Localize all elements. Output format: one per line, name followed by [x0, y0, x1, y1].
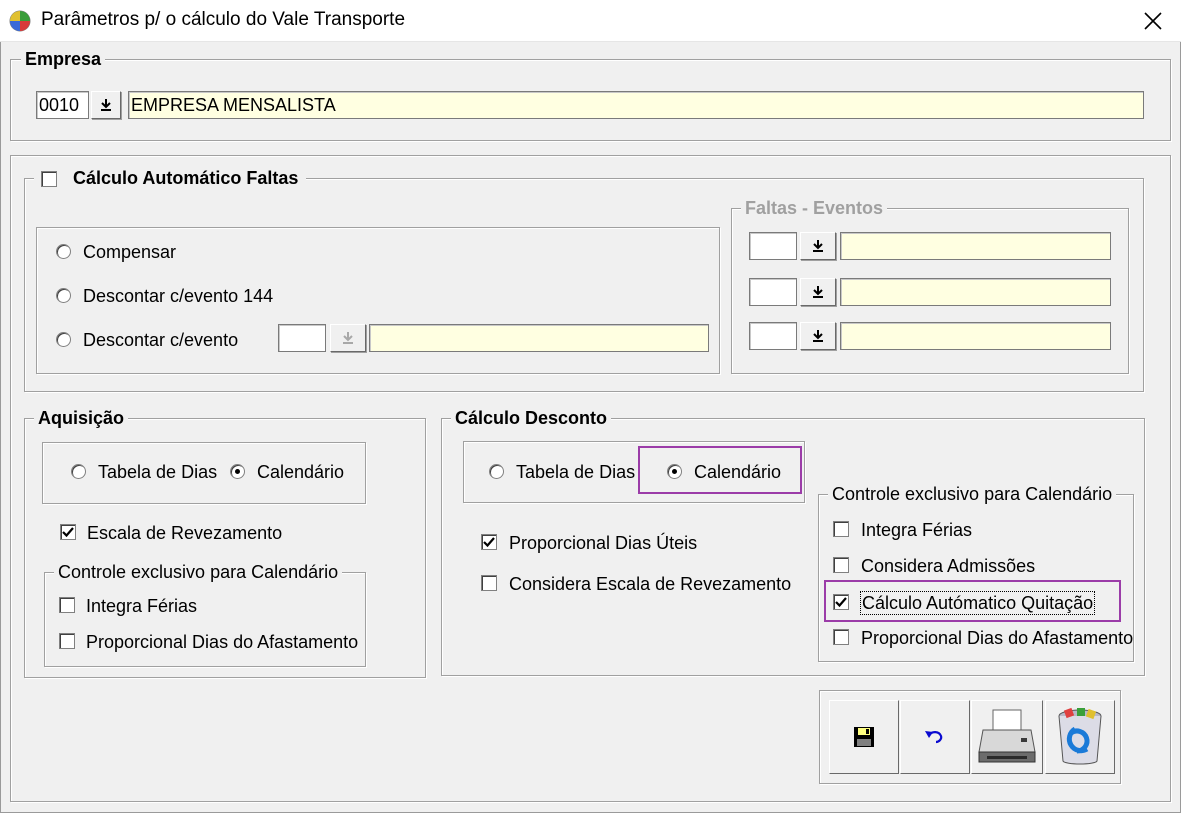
desconto-controle-legend: Controle exclusivo para Calendário	[828, 483, 1117, 505]
descontar-144-radio[interactable]	[56, 288, 71, 303]
undo-icon	[925, 731, 943, 744]
aquisicao-calendario-label: Calendário	[257, 462, 345, 482]
clear-button[interactable]	[1045, 700, 1115, 774]
desconto-legend: Cálculo Desconto	[451, 407, 612, 429]
quitacao-highlight-box	[824, 580, 1121, 622]
compensar-radio[interactable]	[56, 244, 71, 259]
close-button[interactable]	[1130, 2, 1176, 40]
aquisicao-calendario-radio[interactable]	[230, 464, 245, 479]
desconto-considera-escala-checkbox[interactable]	[481, 575, 497, 591]
checkmark-icon	[483, 537, 495, 548]
desconto-considera-admissoes-checkbox[interactable]	[833, 557, 849, 573]
download-arrow-icon	[813, 286, 823, 298]
empresa-lookup-button[interactable]	[91, 91, 121, 119]
aquisicao-tabela-dias-radio[interactable]	[71, 464, 86, 479]
empresa-legend: Empresa	[21, 48, 106, 70]
descontar-144-label: Descontar c/evento 144	[83, 286, 274, 306]
evento-3-lookup-button[interactable]	[800, 322, 836, 350]
evento-1-name-input[interactable]	[840, 232, 1111, 260]
empresa-code-input[interactable]: 0010	[36, 91, 89, 119]
evento-3-name-input[interactable]	[840, 322, 1111, 350]
aquisicao-legend: Aquisição	[34, 407, 129, 429]
close-icon	[1144, 12, 1162, 30]
descontar-evento-label: Descontar c/evento	[83, 330, 239, 350]
evento-2-lookup-button[interactable]	[800, 278, 836, 306]
faltas-legend: Cálculo Automático Faltas	[34, 167, 307, 189]
desconto-tabela-dias-radio[interactable]	[489, 464, 504, 479]
window-title: Parâmetros p/ o cálculo do Vale Transpor…	[41, 9, 406, 30]
desconto-integra-ferias-checkbox[interactable]	[833, 521, 849, 537]
evento-2-name-input[interactable]	[840, 278, 1111, 306]
desconto-considera-escala-label: Considera Escala de Revezamento	[509, 574, 792, 594]
desconto-proporcional-afastamento-checkbox[interactable]	[833, 629, 849, 645]
desconto-proporcional-uteis-label: Proporcional Dias Úteis	[509, 533, 698, 553]
evento-1-code-input[interactable]	[749, 232, 797, 260]
descontar-evento-radio[interactable]	[56, 332, 71, 347]
evento-2-code-input[interactable]	[749, 278, 797, 306]
save-button[interactable]	[829, 700, 899, 774]
download-arrow-icon	[813, 240, 823, 252]
download-arrow-icon	[813, 330, 823, 342]
descontar-evento-code-input[interactable]	[278, 324, 326, 352]
aquisicao-escala-checkbox[interactable]	[60, 524, 76, 540]
faltas-auto-label: Cálculo Automático Faltas	[73, 168, 299, 188]
aquisicao-proporcional-afastamento-label: Proporcional Dias do Afastamento	[86, 632, 359, 652]
evento-1-lookup-button[interactable]	[800, 232, 836, 260]
download-arrow-icon	[101, 99, 111, 111]
print-button[interactable]	[971, 700, 1043, 774]
calendario-highlight-box	[638, 446, 802, 494]
save-icon	[854, 727, 874, 747]
evento-3-code-input[interactable]	[749, 322, 797, 350]
checkmark-icon	[62, 527, 74, 538]
aquisicao-escala-label: Escala de Revezamento	[87, 523, 283, 543]
faltas-auto-checkbox[interactable]	[41, 171, 57, 187]
undo-button[interactable]	[900, 700, 970, 774]
desconto-proporcional-uteis-checkbox[interactable]	[481, 534, 497, 550]
compensar-label: Compensar	[83, 242, 177, 262]
app-icon	[9, 10, 31, 32]
desconto-integra-ferias-label: Integra Férias	[861, 520, 973, 540]
printer-icon	[978, 709, 1036, 763]
recycle-bin-icon	[1058, 707, 1102, 765]
aquisicao-integra-ferias-label: Integra Férias	[86, 596, 198, 616]
aquisicao-controle-legend: Controle exclusivo para Calendário	[54, 561, 343, 583]
download-arrow-icon	[343, 332, 353, 344]
aquisicao-proporcional-afastamento-checkbox[interactable]	[59, 633, 75, 649]
aquisicao-tabela-dias-label: Tabela de Dias	[98, 462, 218, 482]
desconto-considera-admissoes-label: Considera Admissões	[861, 556, 1036, 576]
descontar-evento-lookup-button[interactable]	[330, 324, 366, 352]
faltas-eventos-legend: Faltas - Eventos	[741, 197, 888, 219]
desconto-tabela-dias-label: Tabela de Dias	[516, 462, 636, 482]
aquisicao-integra-ferias-checkbox[interactable]	[59, 597, 75, 613]
desconto-proporcional-afastamento-label: Proporcional Dias do Afastamento	[861, 628, 1134, 648]
descontar-evento-name-input[interactable]	[369, 324, 709, 352]
empresa-name-input[interactable]: EMPRESA MENSALISTA	[128, 91, 1144, 119]
